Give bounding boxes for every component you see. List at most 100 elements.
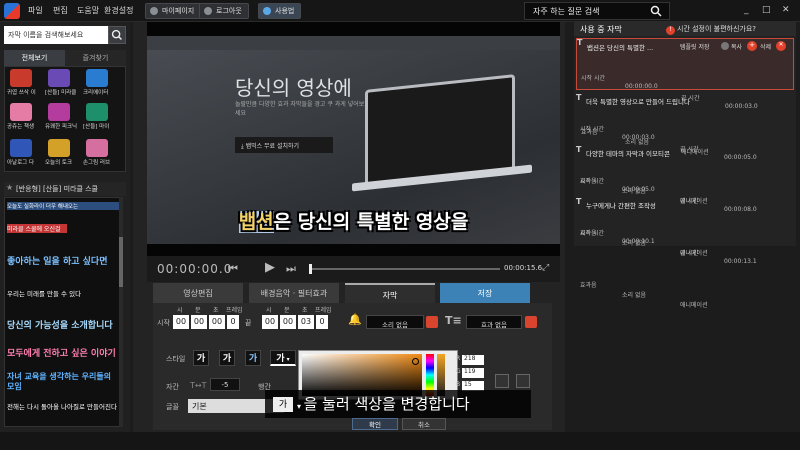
user-icon bbox=[150, 7, 158, 15]
library-tabs: 전체보기 즐겨찾기 bbox=[4, 50, 126, 66]
subtitle-card[interactable]: 뱁션은 당신의 특별한 ... 템플릿 저장 복사 + 삭제 ✕ 시작 시간 0… bbox=[576, 38, 794, 156]
color-tooltip: 가 ▾ 을 눌러 색상을 변경합니다 bbox=[265, 390, 531, 418]
fullscreen-icon[interactable]: ⤢ bbox=[542, 263, 549, 273]
timeline-handle[interactable] bbox=[309, 264, 312, 274]
text-color-button[interactable]: 가 ▾ bbox=[270, 350, 296, 366]
style-outline-button[interactable]: 가 bbox=[245, 350, 261, 366]
plus-icon[interactable]: + bbox=[747, 41, 757, 51]
align-right-icon[interactable] bbox=[516, 374, 530, 388]
effect-select[interactable]: 효과 없음 bbox=[466, 315, 522, 329]
end-frame-field[interactable]: 0 bbox=[316, 315, 328, 329]
template-item[interactable]: [산들] 미라클 bbox=[45, 69, 76, 96]
spacing-label: 자간 bbox=[166, 383, 179, 391]
subtitle-card[interactable]: 누구에게나 간편한 조작성 시작 시간 00:00:10.1 끝 시간 00:0… bbox=[576, 197, 794, 309]
spacing-input[interactable]: -5 bbox=[210, 378, 240, 391]
style-list: 오늘도 실화라이 더우 해내오는 미라클 스쿨에 오신걸 좋아하는 일을 하고 … bbox=[4, 197, 122, 427]
style-sample[interactable]: 우리는 미래를 만들 수 있다 bbox=[7, 288, 119, 298]
template-item[interactable]: 아날로그 다 bbox=[7, 139, 35, 166]
template-save-button[interactable]: 템플릿 저장 bbox=[680, 42, 710, 51]
help-icon[interactable] bbox=[721, 42, 729, 50]
b-label: B bbox=[456, 381, 461, 388]
sound-select[interactable]: 소리 없음 bbox=[366, 315, 424, 329]
start-second-field[interactable]: 00 bbox=[209, 315, 225, 329]
start-time-value[interactable]: 00:00:00.0 bbox=[625, 83, 800, 93]
next-frame-icon[interactable]: ⏭ bbox=[286, 262, 296, 276]
color-picker-cursor[interactable] bbox=[412, 358, 419, 365]
template-item[interactable]: 손그림 러브 bbox=[83, 139, 111, 166]
template-item[interactable]: 귀엽 쓰삭 이 bbox=[7, 69, 36, 96]
sound-effect-value[interactable]: 소리 없음 bbox=[622, 290, 800, 300]
template-item[interactable]: 유쾌한 피크닉 bbox=[45, 103, 77, 130]
tab-video-edit[interactable]: 영상편집 bbox=[153, 283, 243, 303]
play-icon[interactable]: ▶ bbox=[265, 260, 275, 275]
logout-button[interactable]: 로그아웃 bbox=[199, 3, 249, 19]
subtitle-search-input[interactable]: 자막 이름을 검색해보세요 bbox=[4, 26, 108, 44]
style-bold-button[interactable]: 가 bbox=[193, 350, 209, 366]
star-icon[interactable]: ★ bbox=[6, 183, 13, 192]
end-minute-field[interactable]: 00 bbox=[280, 315, 296, 329]
end-time-value[interactable]: 00:00:13.1 bbox=[724, 258, 800, 268]
align-left-icon[interactable] bbox=[495, 374, 509, 388]
template-caption: 귀엽 쓰삭 이 bbox=[7, 90, 36, 96]
template-item[interactable]: 크리에이터 bbox=[83, 69, 111, 96]
start-time-value[interactable]: 00:00:05.0 bbox=[622, 186, 800, 196]
confirm-button[interactable]: 확인 bbox=[352, 418, 398, 430]
editor-tabs: 영상편집 배경음악 · 필터효과 자막 저장 bbox=[153, 283, 530, 303]
cancel-button[interactable]: 취소 bbox=[402, 418, 446, 430]
minimize-button[interactable]: _ bbox=[744, 5, 749, 15]
g-input[interactable]: 119 bbox=[462, 368, 484, 378]
style-sample[interactable]: 좋아하는 일을 하고 싶다면 bbox=[7, 254, 119, 267]
start-time-value[interactable]: 00:00:03.0 bbox=[622, 134, 800, 144]
menu-settings[interactable]: 환경설정 bbox=[104, 5, 133, 16]
end-hour-field[interactable]: 00 bbox=[262, 315, 278, 329]
sound-settings-icon[interactable] bbox=[426, 316, 438, 328]
style-sample[interactable]: 자녀 교육을 생각하는 우리들의 모임 bbox=[7, 372, 119, 392]
end-second-field[interactable]: 03 bbox=[298, 315, 314, 329]
style-sample[interactable]: 모두에게 전하고 싶은 이야기 bbox=[7, 346, 119, 359]
logout-label: 로그아웃 bbox=[216, 7, 242, 15]
menu-file[interactable]: 파일 bbox=[28, 5, 43, 16]
faq-search-input[interactable]: 자주 하는 질문 검색 bbox=[524, 2, 670, 20]
start-hour-field[interactable]: 00 bbox=[173, 315, 189, 329]
tab-subtitle[interactable]: 자막 bbox=[345, 283, 435, 303]
start-time-value[interactable]: 00:00:10.1 bbox=[622, 238, 800, 248]
style-sample[interactable]: 오늘도 실화라이 더우 해내오는 bbox=[7, 202, 119, 210]
search-icon[interactable] bbox=[108, 26, 126, 44]
time-help-link[interactable]: ! 시간 설정이 불편하신가요? bbox=[666, 24, 756, 35]
tab-bgm-filter[interactable]: 배경음악 · 필터효과 bbox=[249, 283, 339, 303]
start-frame-field[interactable]: 0 bbox=[227, 315, 239, 329]
font-label: 글꼴 bbox=[166, 403, 179, 411]
menu-edit[interactable]: 편집 bbox=[53, 5, 68, 16]
style-sample[interactable]: 전해는 다시 돌아올 나아질로 만들어진다 bbox=[7, 402, 119, 412]
template-item[interactable]: [산들] 마이 bbox=[83, 103, 111, 130]
tab-save[interactable]: 저장 bbox=[440, 283, 530, 303]
style-sample[interactable]: 당신의 가능성을 소개합니다 bbox=[7, 318, 119, 331]
style-list-scrollbar[interactable] bbox=[119, 197, 123, 427]
delete-icon[interactable]: ✕ bbox=[776, 41, 786, 51]
tab-favorites[interactable]: 즐겨찾기 bbox=[65, 50, 126, 66]
style-italic-button[interactable]: 가 bbox=[219, 350, 235, 366]
template-item[interactable]: 공쥬는 책생 bbox=[7, 103, 35, 130]
subtitle-card[interactable]: 더욱 특별한 영상으로 만들어 드립니다 시작 시간 00:00:03.0 끝 … bbox=[576, 93, 794, 205]
close-button[interactable]: ✕ bbox=[782, 5, 790, 15]
template-item[interactable]: 오늘의 토크 bbox=[45, 139, 73, 166]
delete-button[interactable]: 삭제 bbox=[760, 42, 771, 51]
subtitle-overlay[interactable]: 뱁션은 당신의 특별한 영상을 bbox=[147, 207, 560, 234]
r-input[interactable]: 218 bbox=[462, 355, 484, 365]
mypage-button[interactable]: 마이페이지 bbox=[145, 3, 202, 19]
template-caption: 아날로그 다 bbox=[7, 160, 35, 166]
maximize-button[interactable]: □ bbox=[762, 5, 771, 15]
subtitle-card[interactable]: 다양한 테마의 자막과 이모티콘 시작 시간 00:00:05.0 끝 시간 0… bbox=[576, 145, 794, 257]
start-minute-field[interactable]: 00 bbox=[191, 315, 207, 329]
prev-frame-icon[interactable]: ⏮ bbox=[228, 262, 238, 276]
tab-all[interactable]: 전체보기 bbox=[4, 50, 65, 66]
menu-help[interactable]: 도움말 bbox=[77, 5, 99, 16]
usage-button[interactable]: 사용법 bbox=[258, 3, 302, 19]
animation-value[interactable]: 애니메이션 bbox=[680, 300, 800, 310]
style-sample[interactable]: 미라클 스쿨에 오신걸 bbox=[7, 224, 67, 233]
search-icon[interactable] bbox=[650, 5, 662, 17]
frame-download-button: ⤓ 뱁믹스 무료 설치하기 bbox=[235, 137, 333, 153]
copy-button[interactable]: 복사 bbox=[731, 42, 742, 51]
effect-settings-icon[interactable] bbox=[525, 316, 537, 328]
timeline-slider[interactable] bbox=[310, 268, 500, 270]
